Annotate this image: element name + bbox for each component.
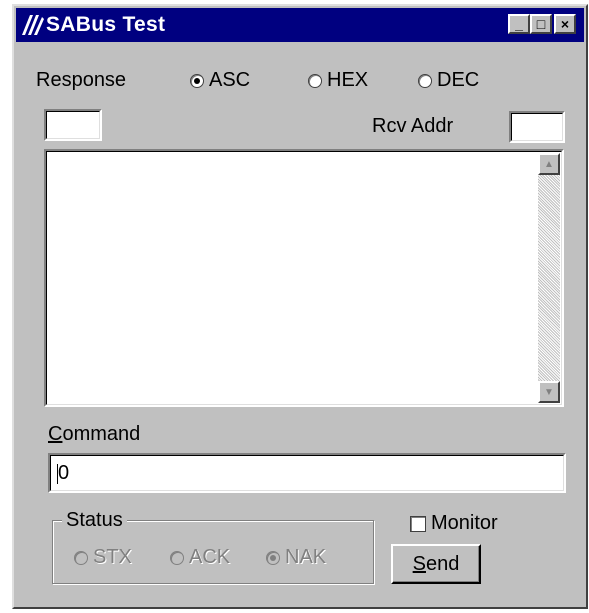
command-value: 0 [57, 462, 70, 484]
window-title: SABus Test [46, 13, 166, 36]
send-button[interactable]: Send [391, 544, 481, 584]
radio-stx-label: STX [93, 546, 132, 568]
response-output-area[interactable]: ▲ ▼ [44, 149, 564, 407]
command-input[interactable]: 0 [48, 453, 566, 493]
maximize-icon: □ [536, 16, 546, 32]
radio-stx[interactable]: STX [74, 546, 132, 569]
radio-indicator-icon [170, 550, 184, 565]
scroll-down-button[interactable]: ▼ [538, 381, 560, 403]
scroll-up-button[interactable]: ▲ [538, 153, 560, 175]
minimize-icon: _ [515, 16, 523, 32]
checkbox-box-icon [410, 515, 426, 532]
command-label: Command [48, 423, 141, 445]
send-label: Send [412, 552, 460, 575]
app-icon [22, 15, 44, 35]
radio-indicator-icon [418, 73, 432, 88]
maximize-button[interactable]: □ [530, 14, 552, 34]
rcv-addr-field[interactable] [509, 111, 565, 143]
radio-dec[interactable]: DEC [418, 69, 479, 92]
response-code-field[interactable] [44, 109, 102, 141]
scroll-up-arrow-icon: ▲ [544, 158, 554, 170]
radio-nak-label: NAK [285, 546, 327, 568]
radio-asc-label: ASC [209, 69, 251, 91]
radio-asc[interactable]: ASC [190, 69, 250, 92]
radio-indicator-icon [190, 73, 204, 88]
radio-dec-label: DEC [437, 69, 480, 91]
vertical-scrollbar[interactable]: ▲ ▼ [538, 153, 560, 403]
close-icon: × [560, 16, 570, 32]
scroll-down-arrow-icon: ▼ [544, 386, 554, 398]
response-label: Response [36, 69, 127, 91]
radio-indicator-icon [74, 550, 88, 565]
status-group-label: Status [62, 509, 127, 532]
radio-hex[interactable]: HEX [308, 69, 368, 92]
monitor-label: Monitor [431, 512, 498, 534]
radio-hex-label: HEX [327, 69, 369, 91]
radio-ack-label: ACK [189, 546, 231, 568]
close-button[interactable]: × [554, 14, 576, 34]
radio-indicator-icon [308, 73, 322, 88]
radio-nak[interactable]: NAK [266, 546, 326, 569]
rcv-addr-label: Rcv Addr [372, 115, 454, 137]
radio-indicator-icon [266, 550, 280, 565]
sabus-test-window: SABus Test _ □ × Response ASC HEX DEC Rc… [12, 4, 588, 609]
monitor-checkbox[interactable]: Monitor [410, 512, 498, 535]
minimize-button[interactable]: _ [508, 14, 530, 34]
title-bar[interactable]: SABus Test _ □ × [16, 8, 584, 42]
radio-ack[interactable]: ACK [170, 546, 230, 569]
